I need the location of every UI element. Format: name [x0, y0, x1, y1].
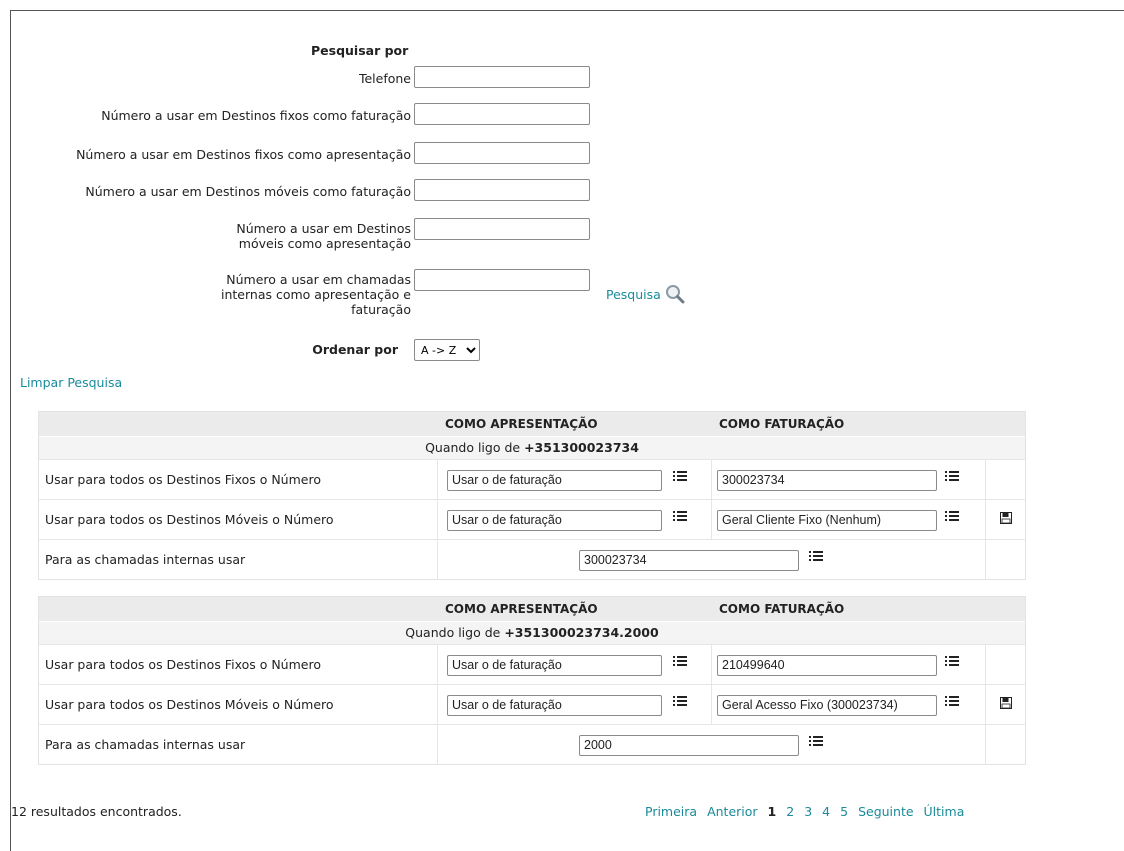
list-icon[interactable]: [809, 551, 823, 563]
when-number: +351300023734: [524, 440, 639, 455]
billing-field[interactable]: 210499640: [717, 655, 937, 676]
billing-field[interactable]: Geral Acesso Fixo (300023734): [717, 695, 937, 716]
presentation-field[interactable]: Usar o de faturação: [447, 510, 662, 531]
list-icon[interactable]: [673, 511, 687, 523]
row-label: Usar para todos os Destinos Fixos o Núme…: [45, 657, 321, 672]
list-icon[interactable]: [945, 511, 959, 523]
order-select[interactable]: A -> Z: [414, 339, 480, 361]
telefone-input[interactable]: [414, 66, 590, 88]
block-header: COMO APRESENTAÇÃO COMO FATURAÇÃO: [39, 597, 1025, 621]
list-icon[interactable]: [809, 736, 823, 748]
presentation-field[interactable]: Usar o de faturação: [447, 470, 662, 491]
table-row: Usar para todos os Destinos Fixos o Núme…: [39, 459, 1025, 499]
internal-field[interactable]: 2000: [579, 735, 799, 756]
list-icon[interactable]: [945, 656, 959, 668]
pager-prev[interactable]: Anterior: [707, 804, 757, 819]
search-title: Pesquisar por: [311, 43, 409, 58]
list-icon[interactable]: [673, 471, 687, 483]
table-row: Usar para todos os Destinos Móveis o Núm…: [39, 684, 1025, 724]
internas-input[interactable]: [414, 269, 590, 291]
when-prefix: Quando ligo de: [405, 625, 501, 640]
table-row: Para as chamadas internas usar 300023734: [39, 539, 1025, 579]
when-calling-from: Quando ligo de +351300023734: [39, 436, 1025, 459]
pager-page[interactable]: 2: [786, 804, 794, 819]
search-label: Número a usar em Destinos móveis como fa…: [85, 184, 411, 199]
save-icon[interactable]: [1000, 697, 1012, 709]
save-icon[interactable]: [1000, 512, 1012, 524]
row-label: Usar para todos os Destinos Móveis o Núm…: [45, 512, 334, 527]
row-label: Usar para todos os Destinos Móveis o Núm…: [45, 697, 334, 712]
billing-field[interactable]: 300023734: [717, 470, 937, 491]
pager-page[interactable]: 3: [804, 804, 812, 819]
row-label: Usar para todos os Destinos Fixos o Núme…: [45, 472, 321, 487]
moveis-apresentacao-input[interactable]: [414, 218, 590, 240]
pager-page-current: 1: [767, 804, 777, 819]
col-presentation-header: COMO APRESENTAÇÃO: [445, 602, 598, 616]
search-label: Número a usar em chamadas internas como …: [221, 272, 411, 317]
results-count: 12 resultados encontrados.: [11, 804, 182, 819]
pager-next[interactable]: Seguinte: [858, 804, 913, 819]
order-label: Ordenar por: [312, 342, 398, 357]
search-label: Telefone: [358, 71, 411, 86]
table-row: Usar para todos os Destinos Móveis o Núm…: [39, 499, 1025, 539]
search-icon[interactable]: [665, 284, 685, 304]
clear-search-link[interactable]: Limpar Pesquisa: [20, 375, 122, 390]
pager-page[interactable]: 4: [822, 804, 830, 819]
presentation-field[interactable]: Usar o de faturação: [447, 655, 662, 676]
list-icon[interactable]: [945, 696, 959, 708]
list-icon[interactable]: [673, 696, 687, 708]
fixos-faturacao-input[interactable]: [414, 103, 590, 125]
col-presentation-header: COMO APRESENTAÇÃO: [445, 417, 598, 431]
table-row: Usar para todos os Destinos Fixos o Núme…: [39, 644, 1025, 684]
internal-field[interactable]: 300023734: [579, 550, 799, 571]
search-link-label[interactable]: Pesquisa: [606, 287, 661, 302]
pagination: Primeira Anterior 1 2 3 4 5 Seguinte Últ…: [645, 804, 974, 819]
col-billing-header: COMO FATURAÇÃO: [719, 417, 845, 431]
row-label: Para as chamadas internas usar: [45, 552, 246, 567]
when-number: +351300023734.2000: [504, 625, 659, 640]
moveis-faturacao-input[interactable]: [414, 179, 590, 201]
number-config-block: COMO APRESENTAÇÃO COMO FATURAÇÃO Quando …: [38, 596, 1026, 765]
list-icon[interactable]: [673, 656, 687, 668]
content-frame: Pesquisar por Telefone Número a usar em …: [10, 10, 1124, 851]
fixos-apresentacao-input[interactable]: [414, 142, 590, 164]
list-icon[interactable]: [945, 471, 959, 483]
search-label: Número a usar em Destinos fixos como fat…: [101, 108, 411, 123]
table-row: Para as chamadas internas usar 2000: [39, 724, 1025, 764]
search-button[interactable]: Pesquisa: [606, 284, 685, 304]
when-prefix: Quando ligo de: [425, 440, 521, 455]
pager-page[interactable]: 5: [840, 804, 848, 819]
search-label: Número a usar em Destinos móveis como ap…: [236, 221, 411, 251]
row-label: Para as chamadas internas usar: [45, 737, 246, 752]
presentation-field[interactable]: Usar o de faturação: [447, 695, 662, 716]
billing-field[interactable]: Geral Cliente Fixo (Nenhum): [717, 510, 937, 531]
search-label: Número a usar em Destinos fixos como apr…: [76, 147, 411, 162]
when-calling-from: Quando ligo de +351300023734.2000: [39, 621, 1025, 644]
pager-last[interactable]: Última: [924, 804, 965, 819]
pager-first[interactable]: Primeira: [645, 804, 697, 819]
block-header: COMO APRESENTAÇÃO COMO FATURAÇÃO: [39, 412, 1025, 436]
number-config-block: COMO APRESENTAÇÃO COMO FATURAÇÃO Quando …: [38, 411, 1026, 580]
col-billing-header: COMO FATURAÇÃO: [719, 602, 845, 616]
